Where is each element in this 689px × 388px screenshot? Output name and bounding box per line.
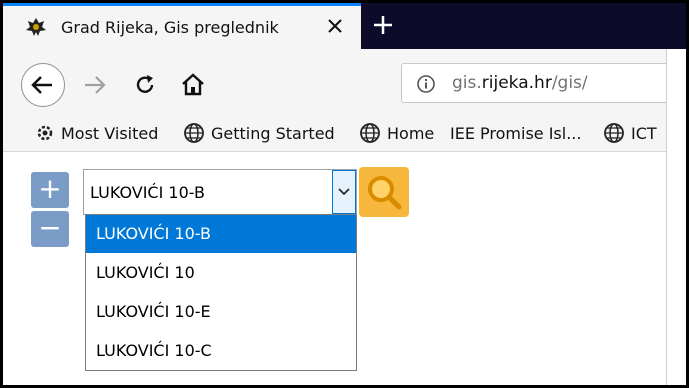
bookmark-iee-promise[interactable]: IEE Promise Isl...: [450, 121, 581, 145]
close-icon[interactable]: [325, 16, 345, 36]
new-tab-plus-icon[interactable]: [371, 13, 395, 37]
back-button[interactable]: [21, 63, 65, 107]
coat-of-arms-icon: [26, 18, 46, 36]
url-text: gis.rijeka.hr/gis/: [452, 73, 588, 93]
url-subdomain: gis.: [452, 73, 482, 93]
tab-active[interactable]: Grad Rijeka, Gis preglednik: [3, 3, 361, 49]
arrow-left-icon: [31, 76, 52, 94]
bookmark-most-visited[interactable]: Most Visited: [35, 121, 158, 145]
dropdown-option[interactable]: LUKOVIĆI 10: [86, 254, 356, 292]
url-domain: rijeka.hr: [481, 73, 552, 93]
bookmark-label: Most Visited: [61, 123, 159, 143]
gear-icon: [37, 125, 53, 141]
url-path: /gis/: [551, 73, 588, 93]
bookmark-label: Home: [387, 123, 435, 143]
globe-icon: [360, 123, 380, 143]
window-scroll-edge: [666, 49, 686, 385]
zoom-in-button[interactable]: +: [31, 172, 69, 208]
address-bar[interactable]: gis.rijeka.hr/gis/: [401, 63, 686, 103]
info-icon[interactable]: [416, 74, 436, 94]
globe-icon: [604, 123, 624, 143]
bookmark-home[interactable]: Home: [359, 121, 434, 145]
bookmark-label: Getting Started: [211, 123, 335, 143]
bookmark-label: ICT: [631, 123, 657, 143]
bookmark-getting-started[interactable]: Getting Started: [183, 121, 335, 145]
bookmark-ict[interactable]: ICT: [603, 121, 657, 145]
reload-icon[interactable]: [133, 73, 157, 97]
chevron-down-icon: [338, 188, 350, 196]
magnifier-icon: [368, 176, 402, 210]
home-icon[interactable]: [180, 71, 206, 97]
forward-arrow-icon[interactable]: [83, 74, 107, 96]
combobox-selected-value: LUKOVIĆI 10-B: [90, 183, 205, 202]
combobox-dropdown-list: LUKOVIĆI 10-B LUKOVIĆI 10 LUKOVIĆI 10-E …: [85, 214, 357, 371]
bookmark-label: IEE Promise Isl...: [450, 123, 582, 143]
tab-strip: Grad Rijeka, Gis preglednik: [3, 3, 686, 49]
combobox-dropdown-button[interactable]: [332, 170, 356, 214]
dropdown-option[interactable]: LUKOVIĆI 10-C: [86, 332, 356, 370]
navigation-toolbar: gis.rijeka.hr/gis/: [3, 49, 686, 113]
browser-window: Grad Rijeka, Gis preglednik gis.rijeka.h…: [0, 0, 689, 388]
tab-title: Grad Rijeka, Gis preglednik: [61, 18, 279, 37]
dropdown-option[interactable]: LUKOVIĆI 10-E: [86, 293, 356, 331]
dropdown-option[interactable]: LUKOVIĆI 10-B: [86, 215, 356, 253]
address-search-combobox[interactable]: LUKOVIĆI 10-B: [83, 169, 357, 215]
globe-icon: [184, 123, 204, 143]
bookmarks-toolbar: Most Visited Getting Started Home IEE Pr…: [3, 113, 686, 152]
search-button[interactable]: [359, 167, 409, 217]
zoom-out-button[interactable]: −: [31, 211, 69, 247]
